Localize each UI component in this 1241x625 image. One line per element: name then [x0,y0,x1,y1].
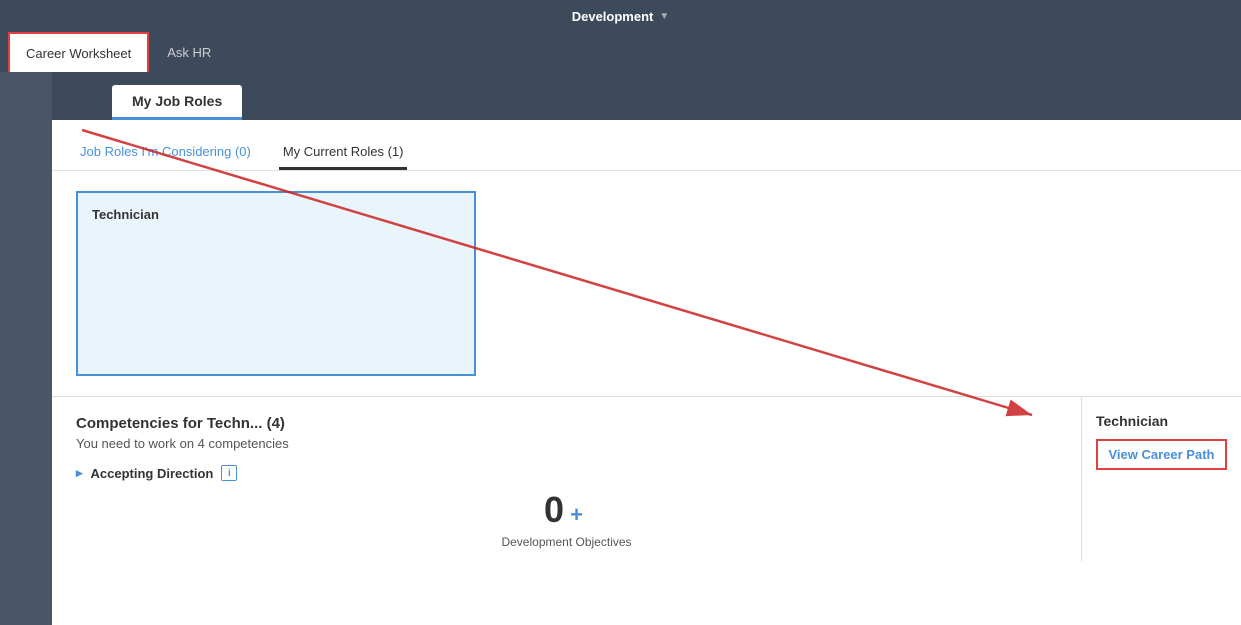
sidebar-strip [0,72,52,625]
view-career-path-button[interactable]: View Career Path [1096,439,1227,470]
competencies-header: Competencies for Techn... (4) [76,415,1057,432]
role-card-area: Technician [52,171,1241,396]
top-navigation: Development ▼ [0,0,1241,32]
content-panel: Job Roles I'm Considering (0) My Current… [52,120,1241,625]
right-panel-title: Technician [1096,413,1227,429]
competencies-left: Competencies for Techn... (4) You need t… [52,397,1081,561]
my-job-roles-tab[interactable]: My Job Roles [112,85,242,120]
info-icon[interactable]: i [221,465,237,481]
dev-objectives-area: 0 + [76,481,1057,531]
dev-obj-label: Development Objectives [76,531,1057,549]
dev-obj-plus[interactable]: + [570,502,583,528]
competency-row: ▸ Accepting Direction i [76,465,1057,481]
tab-roles-considering[interactable]: Job Roles I'm Considering (0) [76,136,255,170]
role-card-title: Technician [92,207,159,222]
dropdown-arrow-icon[interactable]: ▼ [659,11,669,22]
competencies-section: Competencies for Techn... (4) You need t… [52,396,1241,561]
main-tab-bar: Career Worksheet Ask HR [0,32,1241,72]
top-nav-title: Development [572,9,654,24]
section-heading-bar: My Job Roles [52,72,1241,120]
tab-career-worksheet[interactable]: Career Worksheet [8,32,149,72]
tab-ask-hr[interactable]: Ask HR [151,32,227,72]
role-tabs-row: Job Roles I'm Considering (0) My Current… [52,120,1241,171]
competencies-subtitle: You need to work on 4 competencies [76,436,1057,451]
competency-label: Accepting Direction [91,466,214,481]
chevron-right-icon[interactable]: ▸ [76,465,83,481]
dev-obj-count: 0 [544,489,564,531]
competencies-title: Competencies for Techn... (4) [76,415,285,432]
tab-current-roles[interactable]: My Current Roles (1) [279,136,408,170]
technician-role-card[interactable]: Technician [76,191,476,376]
right-panel: Technician View Career Path [1081,397,1241,561]
